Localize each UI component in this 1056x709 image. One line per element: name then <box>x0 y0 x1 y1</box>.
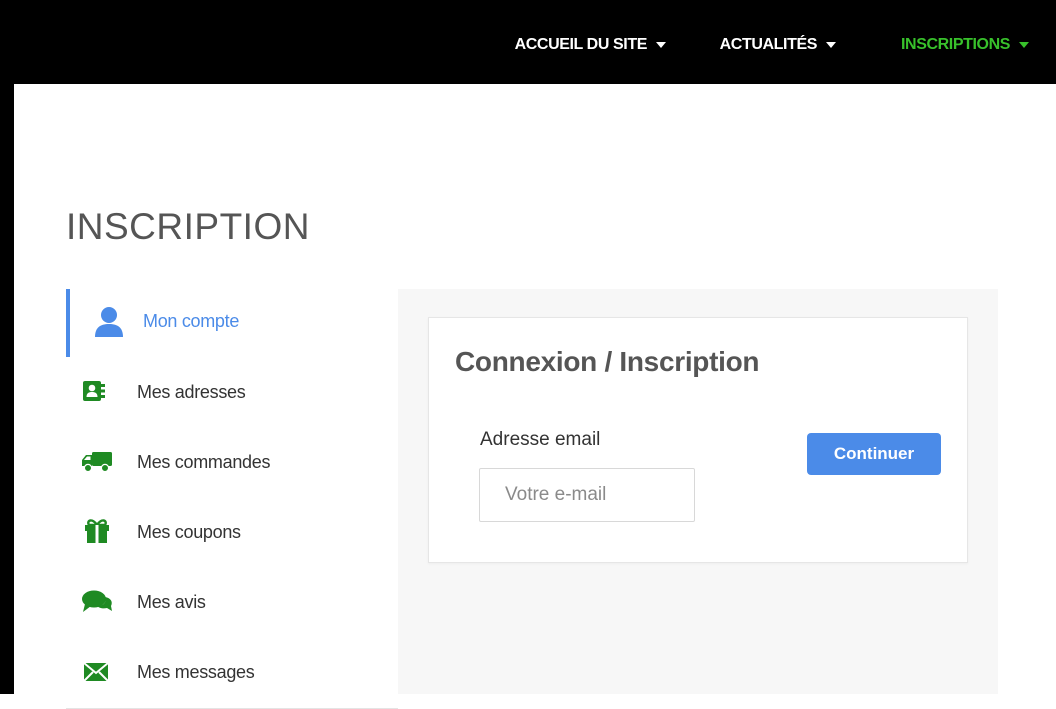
envelope-icon <box>83 662 109 682</box>
truck-icon <box>82 452 112 473</box>
gift-icon <box>85 519 109 543</box>
sidebar-item-label: Mes avis <box>137 592 206 612</box>
sidebar-item-mes-adresses[interactable]: Mes adresses <box>66 358 398 429</box>
top-navbar: ACCUEIL DU SITE ACTUALITÉS INSCRIPTIONS <box>0 0 1056 84</box>
login-card: Connexion / Inscription Adresse email Co… <box>428 317 968 563</box>
nav-item-inscriptions[interactable]: INSCRIPTIONS <box>901 36 1029 54</box>
nav-item-accueil[interactable]: ACCUEIL DU SITE <box>515 36 666 54</box>
sidebar-item-mes-commandes[interactable]: Mes commandes <box>66 428 398 499</box>
sidebar-item-label: Mon compte <box>143 311 240 331</box>
caret-down-icon <box>1019 42 1029 48</box>
sidebar-item-mes-avis[interactable]: Mes avis <box>66 568 398 639</box>
sidebar-item-mes-coupons[interactable]: Mes coupons <box>66 498 398 569</box>
caret-down-icon <box>656 42 666 48</box>
page-title: INSCRIPTION <box>66 206 310 247</box>
sidebar-item-label: Mes messages <box>137 662 255 682</box>
continue-button[interactable]: Continuer <box>807 433 941 475</box>
nav-item-label: ACTUALITÉS <box>719 36 818 53</box>
sidebar-item-mes-messages[interactable]: Mes messages <box>66 638 398 709</box>
comments-icon <box>82 590 112 612</box>
sidebar-item-label: Mes adresses <box>137 382 246 402</box>
nav-item-actualites[interactable]: ACTUALITÉS <box>720 36 836 54</box>
sidebar-item-mon-compte[interactable]: Mon compte <box>66 289 398 359</box>
user-icon <box>95 307 123 337</box>
sidebar-item-label: Mes coupons <box>137 522 241 542</box>
left-border <box>0 0 14 694</box>
account-sidebar: Mon compte Mes adresses Mes commandes Me… <box>66 289 398 709</box>
login-title: Connexion / Inscription <box>455 346 760 377</box>
caret-down-icon <box>826 42 836 48</box>
email-label: Adresse email <box>480 429 601 450</box>
sidebar-item-label: Mes commandes <box>137 452 271 472</box>
active-indicator <box>66 289 70 357</box>
address-book-icon <box>83 381 105 401</box>
nav-item-label: INSCRIPTIONS <box>901 36 1010 53</box>
nav-item-label: ACCUEIL DU SITE <box>514 36 648 53</box>
email-input[interactable] <box>479 468 695 522</box>
